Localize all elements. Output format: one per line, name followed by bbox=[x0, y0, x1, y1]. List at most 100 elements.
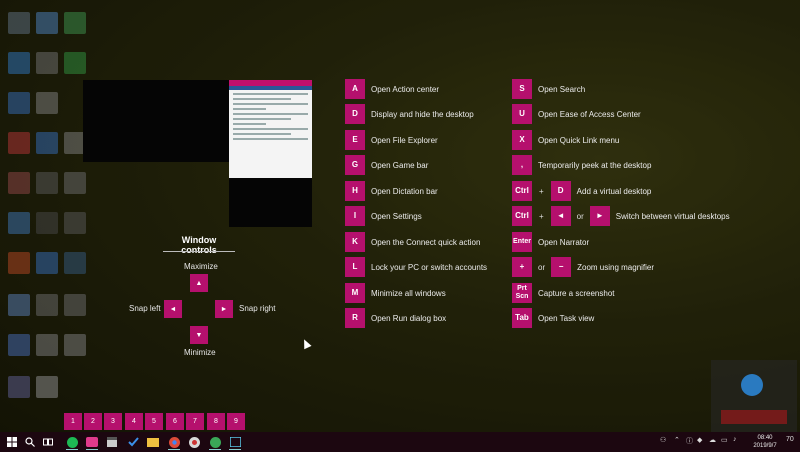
shortcut-key: I bbox=[345, 206, 365, 226]
shortcut-description: Switch between virtual desktops bbox=[615, 211, 730, 221]
telegram-app[interactable] bbox=[207, 434, 223, 450]
desktop-icon[interactable] bbox=[36, 92, 58, 114]
recorder-icon bbox=[229, 437, 241, 447]
shortcut-key: S bbox=[512, 79, 532, 99]
shortcut-row-narrator: Enter Open Narrator bbox=[512, 232, 589, 252]
screen-recorder-widget[interactable] bbox=[711, 360, 797, 432]
file-explorer-app[interactable] bbox=[145, 434, 161, 450]
recorder-banner bbox=[721, 410, 787, 424]
or-text: or bbox=[576, 211, 584, 221]
spotify-icon bbox=[66, 436, 78, 448]
document-window-thumbnail[interactable] bbox=[229, 80, 312, 178]
left-arrow-key: ◄ bbox=[550, 206, 571, 226]
shortcut-key: E bbox=[345, 130, 365, 150]
shortcut-description: Open Narrator bbox=[538, 237, 590, 247]
search-button[interactable] bbox=[22, 434, 38, 450]
task-view-button[interactable] bbox=[40, 434, 56, 450]
calendar-app[interactable] bbox=[104, 434, 120, 450]
arrow-right-icon: ► bbox=[595, 211, 604, 220]
shortcut-key: X bbox=[512, 130, 532, 150]
shortcut-row-task-view: Tab Open Task view bbox=[512, 308, 594, 328]
desktop-icon[interactable] bbox=[64, 294, 86, 316]
shortcut-description: Open Task view bbox=[538, 313, 595, 323]
desktop-icon[interactable] bbox=[8, 212, 30, 234]
desktop-icon[interactable] bbox=[64, 12, 86, 34]
minimize-arrow-key: ▼ bbox=[190, 326, 208, 344]
shortcut-key: R bbox=[345, 308, 365, 328]
taskbar-number-key: 7 bbox=[186, 413, 204, 430]
desktop-icon[interactable] bbox=[36, 294, 58, 316]
shortcut-key: L bbox=[345, 257, 365, 277]
folder-icon bbox=[147, 437, 159, 447]
plus-sign: + bbox=[539, 211, 544, 221]
shortcut-description: Zoom using magnifier bbox=[577, 262, 655, 272]
shortcut-description: Open Ease of Access Center bbox=[538, 109, 641, 119]
snap-left-arrow-key: ◄ bbox=[164, 300, 182, 318]
desktop-icon[interactable] bbox=[8, 252, 30, 274]
desktop-icon[interactable] bbox=[64, 334, 86, 356]
shortcut-key: , bbox=[512, 155, 532, 175]
taskbar-number-key: 2 bbox=[84, 413, 102, 430]
taskbar-number-key: 8 bbox=[207, 413, 225, 430]
desktop-icon[interactable] bbox=[64, 52, 86, 74]
desktop-icon[interactable] bbox=[8, 172, 30, 194]
desktop-icon[interactable] bbox=[36, 252, 58, 274]
start-button[interactable] bbox=[4, 434, 20, 450]
snap-left-label: Snap left bbox=[129, 304, 161, 313]
people-icon[interactable]: ⚇ bbox=[660, 436, 666, 444]
desktop-icon[interactable] bbox=[8, 12, 30, 34]
dropbox-icon[interactable]: ◆ bbox=[697, 436, 702, 444]
desktop-icon[interactable] bbox=[64, 252, 86, 274]
game-app[interactable] bbox=[186, 434, 202, 450]
taskbar-clock[interactable]: 08:40 2019/9/7 bbox=[748, 434, 782, 450]
desktop-icon[interactable] bbox=[36, 132, 58, 154]
shortcut-row: H Open Dictation bar bbox=[345, 181, 438, 201]
network-icon[interactable]: ▭ bbox=[721, 436, 728, 444]
taskbar-number-key: 4 bbox=[125, 413, 143, 430]
spotify-app[interactable] bbox=[64, 434, 80, 450]
shortcut-key: U bbox=[512, 104, 532, 124]
info-icon[interactable]: ⓘ bbox=[686, 436, 693, 446]
notification-count-badge[interactable]: 70 bbox=[786, 436, 794, 443]
cloud-icon[interactable]: ☁ bbox=[709, 436, 716, 444]
shortcut-row: E Open File Explorer bbox=[345, 130, 438, 150]
window-thumbnail[interactable] bbox=[83, 80, 229, 162]
desktop-icons bbox=[2, 4, 92, 414]
shortcut-description: Temporarily peek at the desktop bbox=[538, 160, 652, 170]
shortcut-description: Capture a screenshot bbox=[538, 288, 615, 298]
desktop-icon[interactable] bbox=[36, 334, 58, 356]
desktop-icon[interactable] bbox=[8, 52, 30, 74]
window-thumbnail-lower[interactable] bbox=[229, 178, 312, 227]
taskbar-number-key: 3 bbox=[104, 413, 122, 430]
desktop-icon[interactable] bbox=[36, 376, 58, 398]
shortcut-description: Open Search bbox=[538, 84, 586, 94]
desktop-icon[interactable] bbox=[64, 172, 86, 194]
arrow-left-icon: ◄ bbox=[556, 211, 565, 220]
volume-icon[interactable]: ♪ bbox=[733, 436, 737, 443]
enter-key: Enter bbox=[512, 232, 532, 252]
desktop-icon[interactable] bbox=[64, 212, 86, 234]
desktop-icon[interactable] bbox=[36, 12, 58, 34]
shortcut-row: M Minimize all windows bbox=[345, 283, 446, 303]
mail-app[interactable] bbox=[84, 434, 100, 450]
todo-app[interactable] bbox=[125, 434, 141, 450]
desktop-icon[interactable] bbox=[36, 172, 58, 194]
chrome-app[interactable] bbox=[166, 434, 182, 450]
desktop-icon[interactable] bbox=[8, 92, 30, 114]
desktop-icon[interactable] bbox=[8, 376, 30, 398]
or-text: or bbox=[538, 262, 546, 272]
desktop-dim-overlay bbox=[0, 0, 800, 452]
arrow-left-icon: ◄ bbox=[169, 305, 177, 313]
chevron-up-icon[interactable]: ⌃ bbox=[674, 436, 680, 444]
arrow-down-icon: ▼ bbox=[195, 331, 203, 339]
shortcut-row: D Display and hide the desktop bbox=[345, 104, 474, 124]
desktop-icon[interactable] bbox=[36, 212, 58, 234]
desktop-icon[interactable] bbox=[36, 52, 58, 74]
shortcut-key: D bbox=[345, 104, 365, 124]
shortcut-row: L Lock your PC or switch accounts bbox=[345, 257, 487, 277]
shortcut-row-screenshot: Prt Scn Capture a screenshot bbox=[512, 283, 615, 303]
screen-recorder-app[interactable] bbox=[227, 434, 243, 450]
desktop-icon[interactable] bbox=[8, 294, 30, 316]
desktop-icon[interactable] bbox=[8, 334, 30, 356]
desktop-icon[interactable] bbox=[8, 132, 30, 154]
